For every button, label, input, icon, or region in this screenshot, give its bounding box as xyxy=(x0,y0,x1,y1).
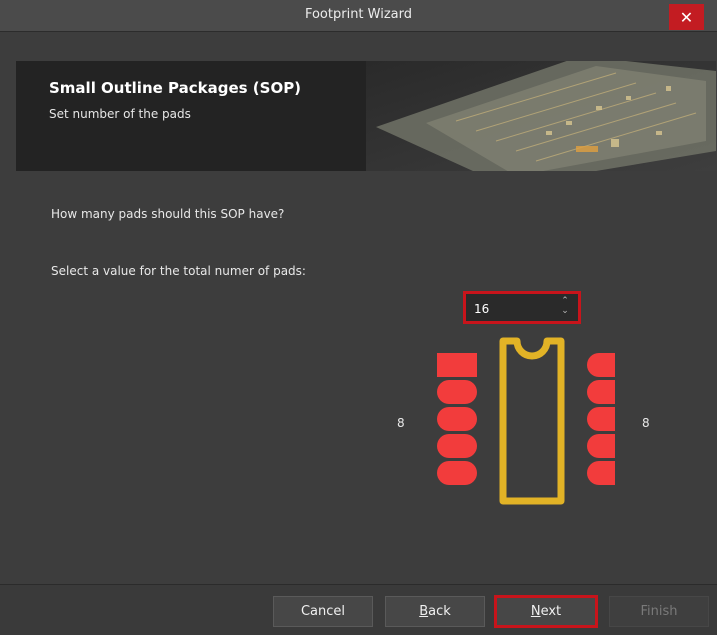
finish-button-label: Finish xyxy=(640,604,678,619)
pad-count-spinbox[interactable]: ⌃ ⌄ xyxy=(463,291,581,324)
pad-5 xyxy=(437,461,477,485)
pad-15 xyxy=(587,380,615,404)
pad-4 xyxy=(437,434,477,458)
back-button-label: Back xyxy=(419,604,451,619)
footprint-wizard-window: Footprint Wizard ✕ Small Outline Package… xyxy=(0,0,717,635)
right-pad-count: 8 xyxy=(642,416,650,430)
chevron-down-icon[interactable]: ⌄ xyxy=(558,306,572,316)
wizard-content: How many pads should this SOP have? Sele… xyxy=(16,171,716,584)
close-button[interactable]: ✕ xyxy=(669,4,704,30)
pad-count-input[interactable] xyxy=(472,299,556,318)
pad-12 xyxy=(587,461,615,485)
pads-instruction: Select a value for the total numer of pa… xyxy=(51,264,306,278)
spin-arrows[interactable]: ⌃ ⌄ xyxy=(558,296,572,319)
pad-13 xyxy=(587,434,615,458)
left-pad-count: 8 xyxy=(397,416,405,430)
pad-14 xyxy=(587,407,615,431)
finish-button[interactable]: Finish xyxy=(609,596,709,627)
cancel-button-label: Cancel xyxy=(300,604,346,619)
page-title: Small Outline Packages (SOP) xyxy=(49,79,302,97)
package-body-outline xyxy=(499,337,565,505)
page-subtitle: Set number of the pads xyxy=(49,107,191,121)
pcb-banner-image xyxy=(366,61,716,171)
next-button[interactable]: Next xyxy=(494,595,598,628)
pad-1 xyxy=(437,353,477,377)
pad-16 xyxy=(587,353,615,377)
title-bar: Footprint Wizard ✕ xyxy=(0,0,717,32)
chevron-up-icon[interactable]: ⌃ xyxy=(558,296,572,306)
sop-footprint-preview xyxy=(437,337,615,505)
cancel-button[interactable]: Cancel xyxy=(273,596,373,627)
pad-3 xyxy=(437,407,477,431)
next-button-label: Next xyxy=(530,604,562,619)
pads-question: How many pads should this SOP have? xyxy=(51,207,285,221)
pad-2 xyxy=(437,380,477,404)
wizard-header-banner: Small Outline Packages (SOP) Set number … xyxy=(16,61,716,171)
window-title: Footprint Wizard xyxy=(304,7,413,22)
close-icon: ✕ xyxy=(679,7,694,27)
back-button[interactable]: Back xyxy=(385,596,485,627)
wizard-button-bar: Cancel Back Next Finish xyxy=(0,584,717,635)
